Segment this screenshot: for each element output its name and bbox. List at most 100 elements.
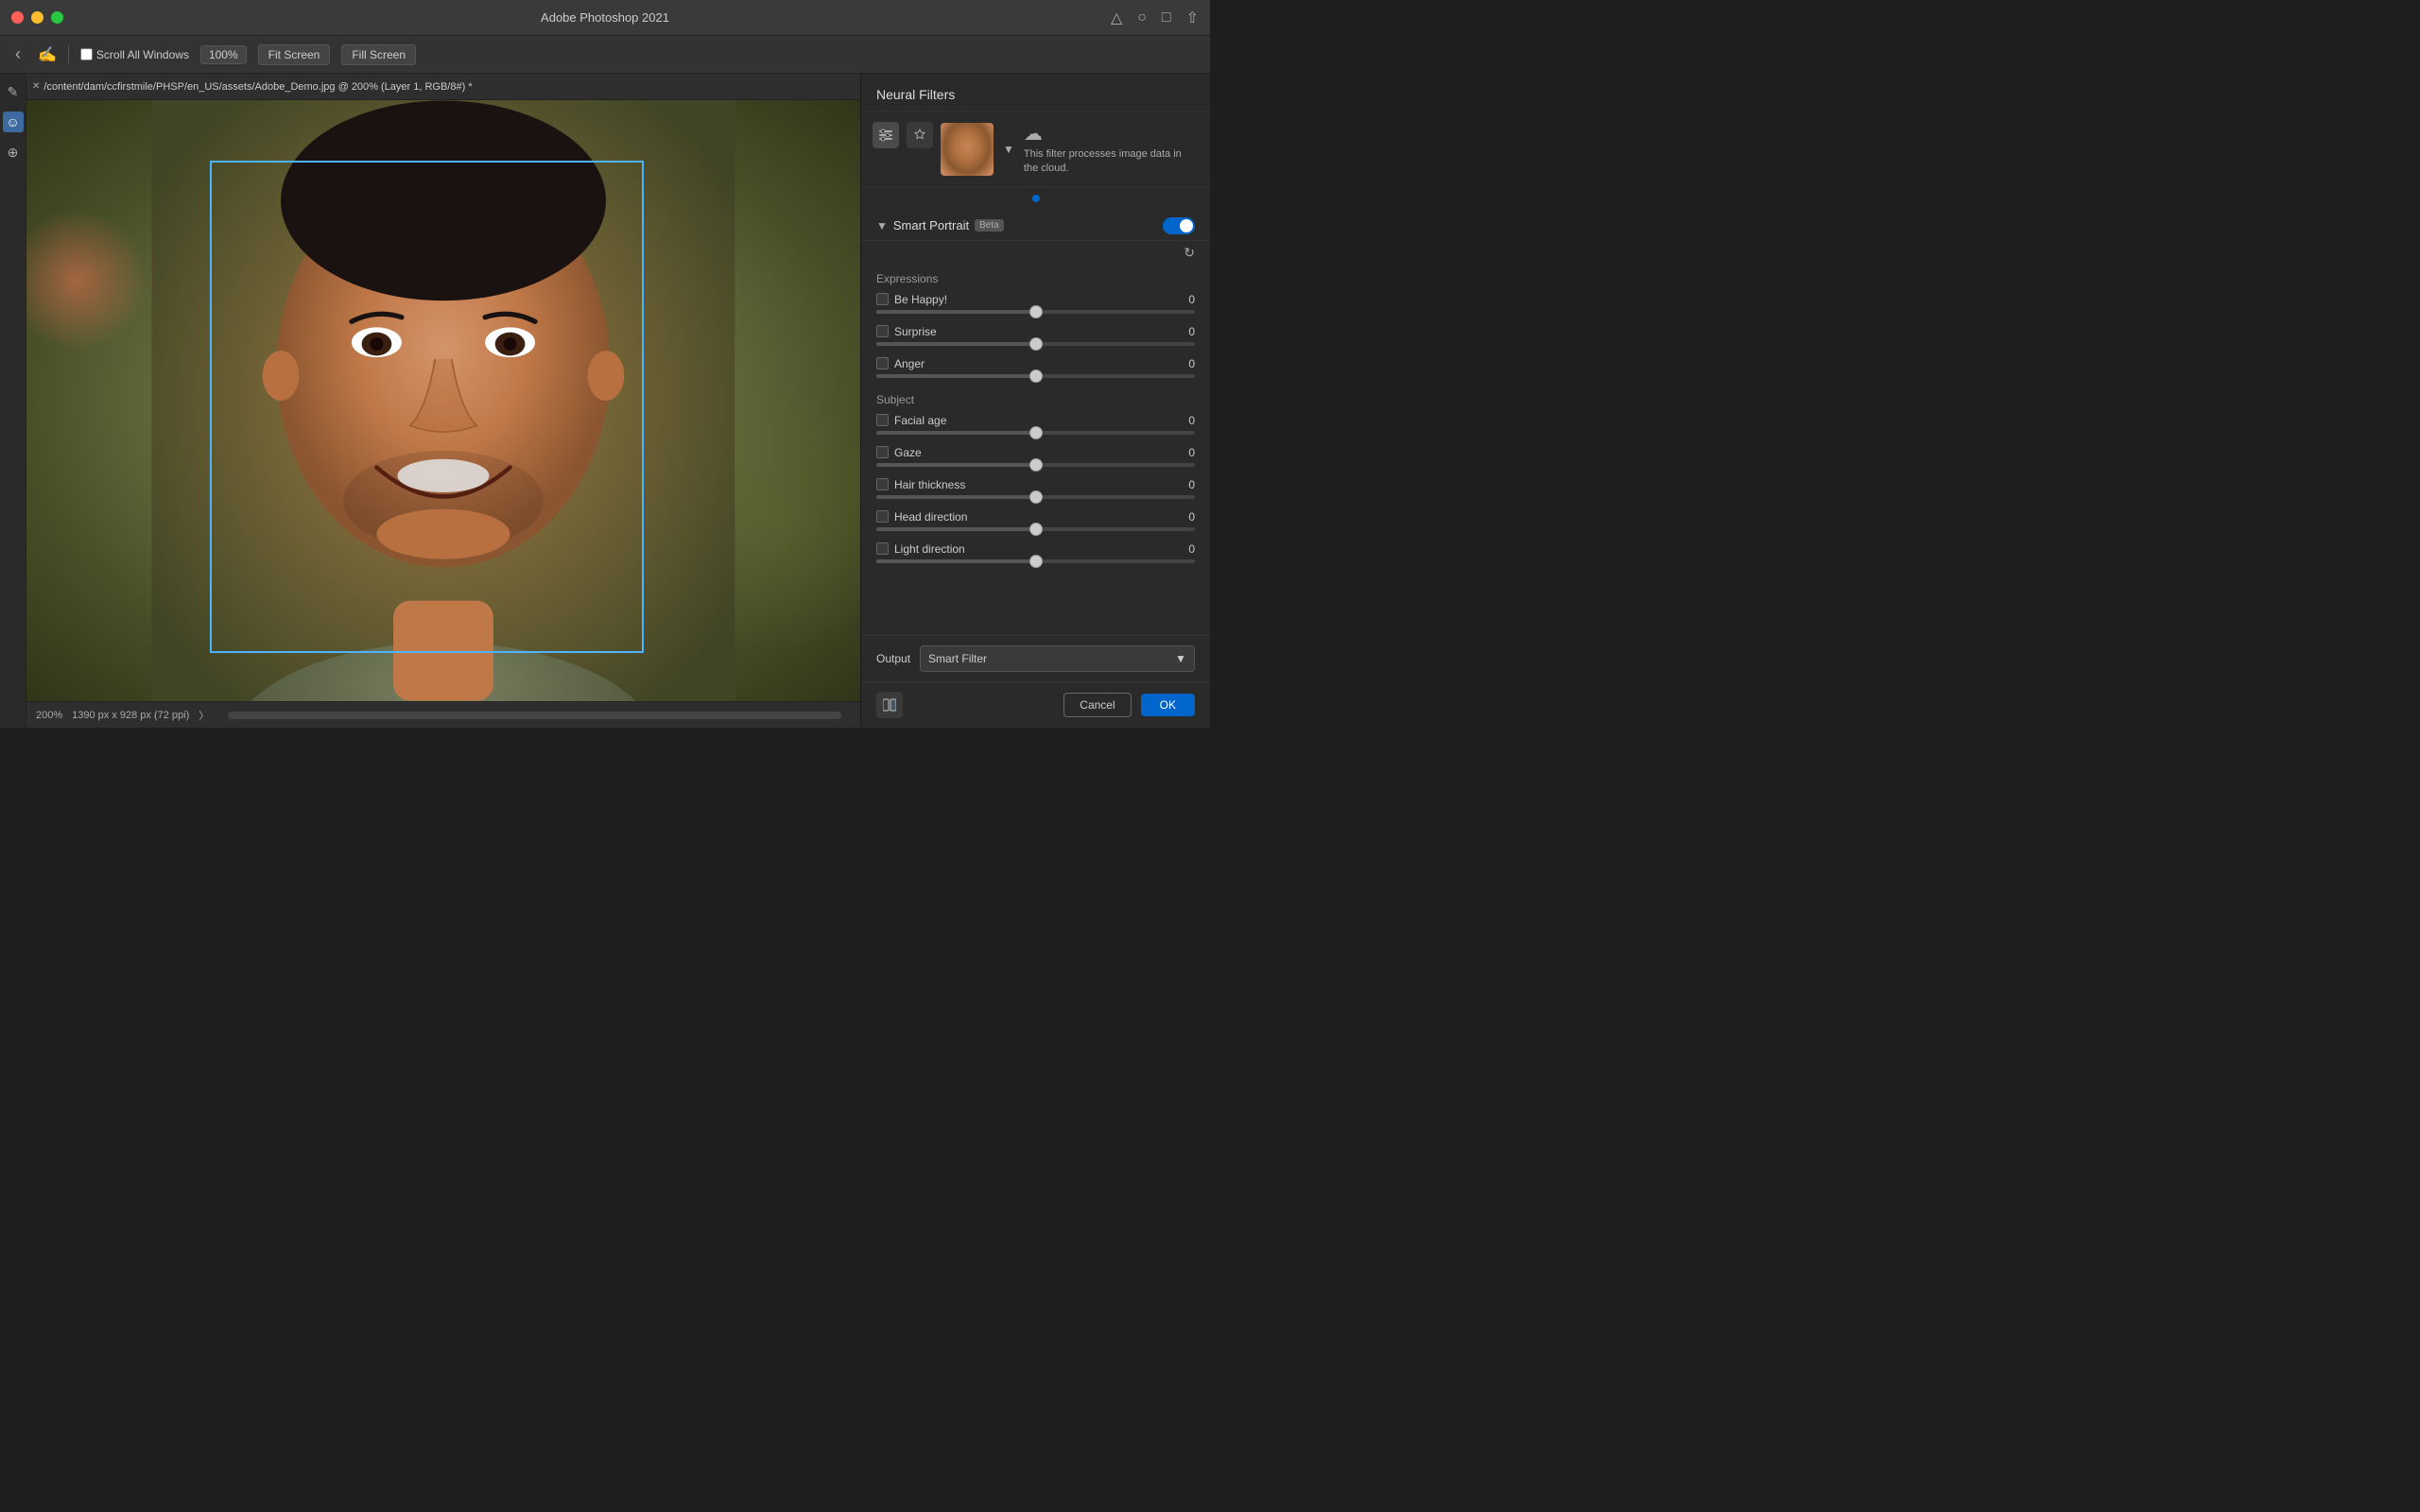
ok-button[interactable]: OK xyxy=(1141,694,1195,716)
edit-tool-icon[interactable]: ✎ xyxy=(3,81,24,102)
subject-label: Subject xyxy=(861,386,1210,410)
surprise-fill xyxy=(876,342,1036,346)
tab-close-button[interactable]: ✕ xyxy=(32,81,40,92)
filter-preview-thumbnail[interactable] xyxy=(941,123,994,176)
gaze-thumb[interactable] xyxy=(1029,458,1043,472)
smart-portrait-toggle[interactable] xyxy=(1163,217,1195,234)
fit-screen-button[interactable]: Fit Screen xyxy=(258,44,331,65)
head-direction-header: Head direction 0 xyxy=(876,510,1195,524)
gaze-track[interactable] xyxy=(876,463,1195,467)
gaze-label: Gaze xyxy=(894,446,922,459)
hair-thickness-left: Hair thickness xyxy=(876,478,965,491)
minimize-button[interactable] xyxy=(31,11,43,24)
light-direction-left: Light direction xyxy=(876,542,965,556)
head-direction-left: Head direction xyxy=(876,510,967,524)
light-direction-header: Light direction 0 xyxy=(876,542,1195,556)
anger-header: Anger 0 xyxy=(876,357,1195,370)
filter-preview-section: ▼ ☁ This filter processes image data in … xyxy=(941,122,1199,177)
output-section: Output Smart Filter ▼ xyxy=(861,635,1210,681)
hand-tool-icon[interactable]: ✍ xyxy=(38,45,57,64)
filter-dropdown-chevron[interactable]: ▼ xyxy=(1003,143,1014,156)
gaze-value: 0 xyxy=(1176,446,1195,459)
gaze-fill xyxy=(876,463,1036,467)
facial-age-fill xyxy=(876,431,1036,435)
star-filters-icon[interactable] xyxy=(907,122,933,148)
panel-footer-left xyxy=(876,692,1054,718)
hair-thickness-track[interactable] xyxy=(876,495,1195,499)
surprise-thumb[interactable] xyxy=(1029,337,1043,351)
facial-age-thumb[interactable] xyxy=(1029,426,1043,439)
output-dropdown[interactable]: Smart Filter ▼ xyxy=(920,645,1195,672)
fill-screen-button[interactable]: Fill Screen xyxy=(341,44,416,65)
light-direction-track[interactable] xyxy=(876,559,1195,563)
canvas-content[interactable] xyxy=(26,100,860,701)
hair-thickness-value: 0 xyxy=(1176,478,1195,491)
filters-list[interactable]: ▼ Smart Portrait Beta ↻ Expressions Be H… xyxy=(861,208,1210,635)
surprise-checkbox[interactable] xyxy=(876,325,889,337)
head-direction-fill xyxy=(876,527,1036,531)
hair-thickness-row: Hair thickness 0 xyxy=(861,474,1210,507)
scroll-all-windows-checkbox[interactable] xyxy=(80,48,93,60)
facial-age-track[interactable] xyxy=(876,431,1195,435)
neural-filters-panel: Neural Filters xyxy=(860,74,1210,728)
anger-track[interactable] xyxy=(876,374,1195,378)
person-icon[interactable]: △ xyxy=(1111,9,1122,27)
panel-title: Neural Filters xyxy=(876,87,955,102)
head-direction-track[interactable] xyxy=(876,527,1195,531)
search-icon[interactable]: ○ xyxy=(1137,9,1147,26)
toolbar: ‹ ✍ Scroll All Windows 100% Fit Screen F… xyxy=(0,36,1210,74)
horizontal-scrollbar[interactable] xyxy=(228,712,841,719)
layout-icon[interactable]: □ xyxy=(1162,9,1171,26)
facial-age-row: Facial age 0 xyxy=(861,410,1210,442)
zoom-input[interactable]: 100% xyxy=(200,45,247,64)
facial-age-left: Facial age xyxy=(876,414,946,427)
canvas-image xyxy=(26,100,860,701)
light-direction-thumb[interactable] xyxy=(1029,555,1043,568)
close-button[interactable] xyxy=(11,11,24,24)
zoom-level: 200% xyxy=(36,710,62,721)
be-happy-checkbox[interactable] xyxy=(876,293,889,305)
anger-checkbox[interactable] xyxy=(876,357,889,369)
surprise-track[interactable] xyxy=(876,342,1195,346)
anger-left: Anger xyxy=(876,357,925,370)
window-controls[interactable] xyxy=(11,11,63,24)
smart-portrait-header: ▼ Smart Portrait Beta xyxy=(861,208,1210,241)
be-happy-thumb[interactable] xyxy=(1029,305,1043,318)
gaze-header: Gaze 0 xyxy=(876,446,1195,459)
hair-thickness-thumb[interactable] xyxy=(1029,490,1043,504)
hair-thickness-checkbox[interactable] xyxy=(876,478,889,490)
cancel-button[interactable]: Cancel xyxy=(1063,693,1131,717)
back-button[interactable]: ‹ xyxy=(9,43,26,66)
expressions-label: Expressions xyxy=(861,265,1210,289)
smart-portrait-chevron[interactable]: ▼ xyxy=(876,219,888,232)
head-direction-thumb[interactable] xyxy=(1029,523,1043,536)
surprise-value: 0 xyxy=(1176,325,1195,338)
be-happy-label: Be Happy! xyxy=(894,293,947,306)
light-direction-row: Light direction 0 xyxy=(861,539,1210,571)
compare-icon[interactable] xyxy=(876,692,903,718)
filters-tab-icon[interactable] xyxy=(873,122,899,148)
surprise-header: Surprise 0 xyxy=(876,325,1195,338)
scroll-all-windows-label[interactable]: Scroll All Windows xyxy=(80,48,189,61)
facial-age-checkbox[interactable] xyxy=(876,414,889,426)
header-right: △ ○ □ ⇧ xyxy=(1111,9,1199,27)
expand-icon[interactable]: 〉 xyxy=(199,708,209,723)
reset-button[interactable]: ↻ xyxy=(861,241,1210,265)
share-icon[interactable]: ⇧ xyxy=(1186,9,1199,27)
cloud-info: ☁ This filter processes image data in th… xyxy=(1024,122,1199,177)
head-direction-row: Head direction 0 xyxy=(861,507,1210,539)
hair-thickness-header: Hair thickness 0 xyxy=(876,478,1195,491)
light-direction-checkbox[interactable] xyxy=(876,542,889,555)
gaze-checkbox[interactable] xyxy=(876,446,889,458)
be-happy-track[interactable] xyxy=(876,310,1195,314)
active-dot xyxy=(1032,195,1040,202)
cloud-text: This filter processes image data in the … xyxy=(1024,147,1199,177)
maximize-button[interactable] xyxy=(51,11,63,24)
light-direction-label: Light direction xyxy=(894,542,965,556)
anger-thumb[interactable] xyxy=(1029,369,1043,383)
hair-thickness-fill xyxy=(876,495,1036,499)
head-direction-checkbox[interactable] xyxy=(876,510,889,523)
zoom-tool-icon[interactable]: ⊕ xyxy=(3,142,24,163)
hand-tool-icon[interactable]: ☺ xyxy=(3,112,24,132)
anger-row: Anger 0 xyxy=(861,353,1210,386)
